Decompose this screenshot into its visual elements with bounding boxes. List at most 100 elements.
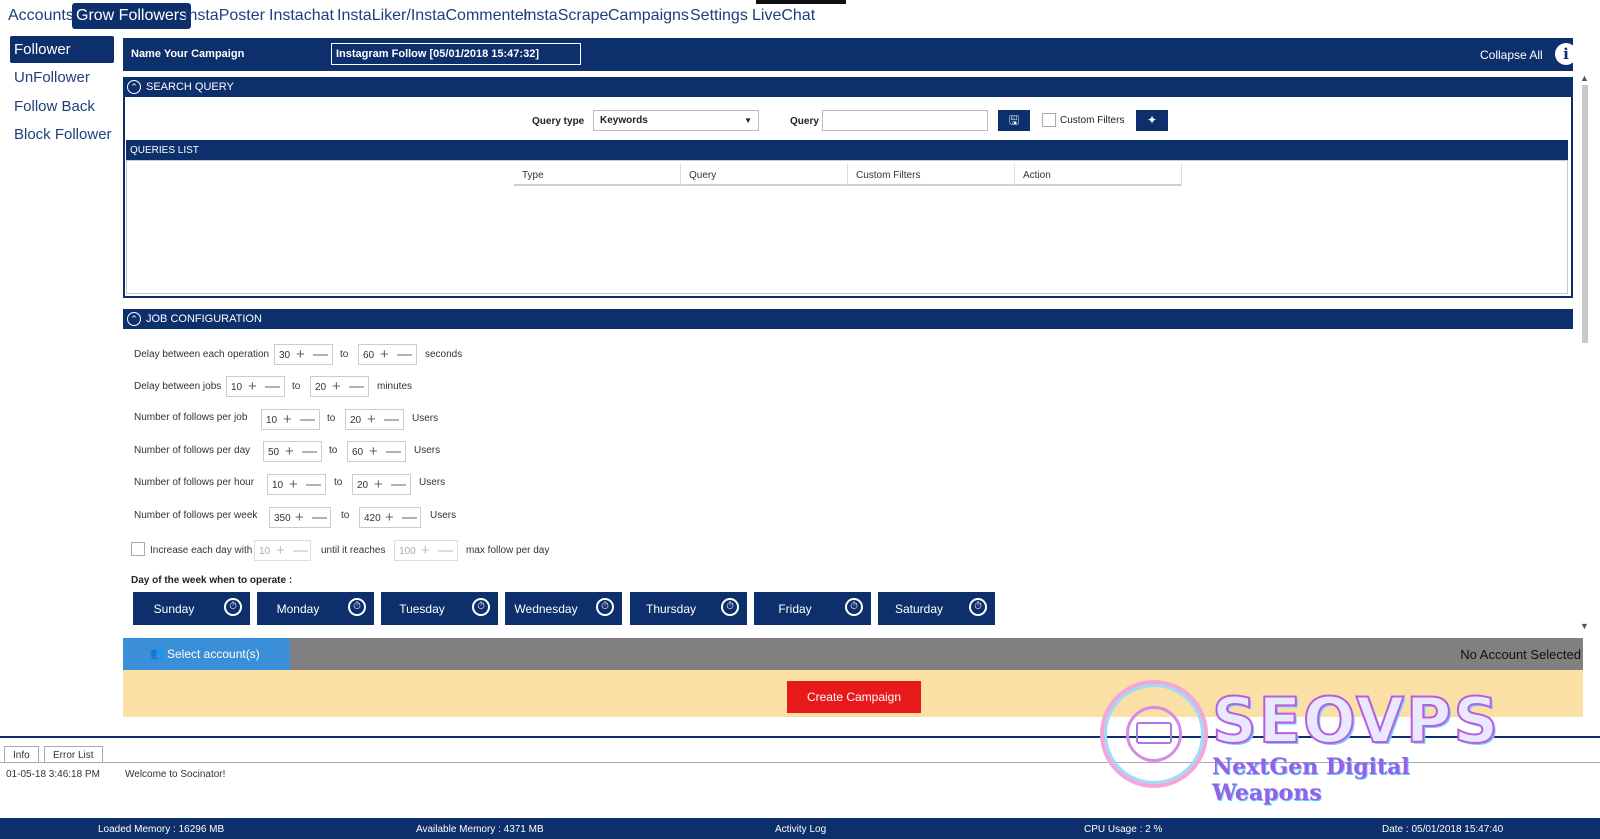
scroll-up-icon[interactable]: ▲ <box>1580 73 1589 83</box>
timer-icon[interactable]: ⏱ <box>472 598 490 616</box>
select-accounts-button[interactable]: 👥 Select account(s) <box>123 638 290 670</box>
unit-label: Users <box>412 413 439 424</box>
plus-icon[interactable]: + <box>248 378 257 395</box>
plus-icon[interactable]: + <box>385 509 394 526</box>
column-type[interactable]: Type <box>514 164 681 186</box>
timer-icon[interactable]: ⏱ <box>348 598 366 616</box>
day-friday-button[interactable]: Friday ⏱ <box>754 592 871 625</box>
minus-icon[interactable]: — <box>402 509 417 526</box>
follows-per-week-to-stepper[interactable]: 420 + — <box>359 507 421 528</box>
nav-grow-followers[interactable]: Grow Followers <box>72 3 192 29</box>
day-tuesday-button[interactable]: Tuesday ⏱ <box>381 592 498 625</box>
plus-icon[interactable]: + <box>332 378 341 395</box>
plus-icon[interactable]: + <box>367 411 376 428</box>
day-saturday-button[interactable]: Saturday ⏱ <box>878 592 995 625</box>
follows-per-day-from-stepper[interactable]: 50 + — <box>263 441 322 462</box>
collapse-all-button[interactable]: Collapse All <box>1480 48 1543 62</box>
vertical-scrollbar[interactable]: ▲ ▼ <box>1578 73 1592 633</box>
to-label: to <box>329 445 338 456</box>
delay-jobs-to-stepper[interactable]: 20 + — <box>310 376 369 397</box>
job-config-header[interactable]: ⌃ JOB CONFIGURATION <box>123 309 1573 329</box>
timer-icon[interactable]: ⏱ <box>845 598 863 616</box>
day-thursday-button[interactable]: Thursday ⏱ <box>630 592 747 625</box>
minus-icon[interactable]: — <box>391 476 406 493</box>
timer-icon[interactable]: ⏱ <box>721 598 739 616</box>
minus-icon[interactable]: — <box>293 542 308 559</box>
nav-livechat[interactable]: LiveChat <box>748 3 819 29</box>
add-filter-icon: ✦ <box>1146 113 1158 127</box>
info-icon[interactable]: i <box>1555 43 1577 65</box>
nav-settings[interactable]: Settings <box>686 3 752 29</box>
tab-error-list[interactable]: Error List <box>44 746 103 763</box>
minus-icon[interactable]: — <box>312 509 327 526</box>
follows-per-job-to-stepper[interactable]: 20 + — <box>345 409 404 430</box>
top-nav: Accounts Grow Followers InstaPoster Inst… <box>0 0 1600 30</box>
nav-instaposter[interactable]: InstaPoster <box>180 3 269 29</box>
follows-per-hour-from-stepper[interactable]: 10 + — <box>267 474 326 495</box>
minus-icon[interactable]: — <box>386 443 401 460</box>
scroll-down-icon[interactable]: ▼ <box>1580 621 1589 631</box>
minus-icon[interactable]: — <box>313 346 328 363</box>
save-query-button[interactable]: 🖫 <box>998 110 1030 131</box>
sidebar-item-block-follower[interactable]: Block Follower <box>10 121 114 148</box>
add-filter-button[interactable]: ✦ <box>1136 110 1168 131</box>
query-type-select[interactable]: Keywords ▼ <box>593 110 759 131</box>
nav-instachat[interactable]: Instachat <box>265 3 338 29</box>
collapse-chevron-icon[interactable]: ⌃ <box>127 80 141 94</box>
stepper-value: 60 <box>363 350 375 361</box>
follows-per-job-from-stepper[interactable]: 10 + — <box>261 409 320 430</box>
campaign-name-input[interactable]: Instagram Follow [05/01/2018 15:47:32] <box>331 43 581 65</box>
plus-icon[interactable]: + <box>296 346 305 363</box>
custom-filters-checkbox[interactable] <box>1042 113 1056 127</box>
sidebar-item-unfollower[interactable]: UnFollower <box>10 64 114 91</box>
follows-per-day-to-stepper[interactable]: 60 + — <box>347 441 406 462</box>
column-action[interactable]: Action <box>1015 164 1182 186</box>
timer-icon[interactable]: ⏱ <box>969 598 987 616</box>
plus-icon[interactable]: + <box>421 542 430 559</box>
day-wednesday-button[interactable]: Wednesday ⏱ <box>505 592 622 625</box>
sidebar-item-follow-back[interactable]: Follow Back <box>10 93 114 120</box>
plus-icon[interactable]: + <box>283 411 292 428</box>
minus-icon[interactable]: — <box>300 411 315 428</box>
plus-icon[interactable]: + <box>289 476 298 493</box>
follows-per-week-from-stepper[interactable]: 350 + — <box>269 507 331 528</box>
minus-icon[interactable]: — <box>384 411 399 428</box>
create-campaign-button[interactable]: Create Campaign <box>787 681 921 713</box>
scroll-thumb[interactable] <box>1582 85 1588 343</box>
delay-jobs-from-stepper[interactable]: 10 + — <box>226 376 285 397</box>
plus-icon[interactable]: + <box>295 509 304 526</box>
plus-icon[interactable]: + <box>285 443 294 460</box>
column-query[interactable]: Query <box>681 164 848 186</box>
plus-icon[interactable]: + <box>276 542 285 559</box>
timer-icon[interactable]: ⏱ <box>224 598 242 616</box>
minus-icon[interactable]: — <box>438 542 453 559</box>
increase-checkbox[interactable] <box>131 542 145 556</box>
minus-icon[interactable]: — <box>265 378 280 395</box>
nav-accounts[interactable]: Accounts <box>4 3 78 29</box>
minus-icon[interactable]: — <box>349 378 364 395</box>
plus-icon[interactable]: + <box>369 443 378 460</box>
nav-instaliker[interactable]: InstaLiker/InstaCommenter <box>333 3 533 29</box>
day-monday-button[interactable]: Monday ⏱ <box>257 592 374 625</box>
timer-icon[interactable]: ⏱ <box>596 598 614 616</box>
tab-info[interactable]: Info <box>4 746 39 763</box>
nav-instascrape[interactable]: InstaScrape <box>519 3 612 29</box>
sidebar-item-follower[interactable]: Follower <box>10 36 114 63</box>
increase-stepper[interactable]: 10 + — <box>254 540 311 561</box>
column-custom-filters[interactable]: Custom Filters <box>848 164 1015 186</box>
day-sunday-button[interactable]: Sunday ⏱ <box>133 592 250 625</box>
delay-operation-from-stepper[interactable]: 30 + — <box>274 344 333 365</box>
query-input[interactable] <box>822 110 988 131</box>
nav-campaigns[interactable]: Campaigns <box>604 3 693 29</box>
follows-per-hour-to-stepper[interactable]: 20 + — <box>352 474 411 495</box>
delay-operation-to-stepper[interactable]: 60 + — <box>358 344 417 365</box>
collapse-chevron-icon[interactable]: ⌃ <box>127 312 141 326</box>
plus-icon[interactable]: + <box>374 476 383 493</box>
minus-icon[interactable]: — <box>302 443 317 460</box>
minus-icon[interactable]: — <box>397 346 412 363</box>
activity-log-link[interactable]: Activity Log <box>775 824 826 835</box>
minus-icon[interactable]: — <box>306 476 321 493</box>
stepper-value: 60 <box>352 447 364 458</box>
max-stepper[interactable]: 100 + — <box>394 540 458 561</box>
plus-icon[interactable]: + <box>380 346 389 363</box>
